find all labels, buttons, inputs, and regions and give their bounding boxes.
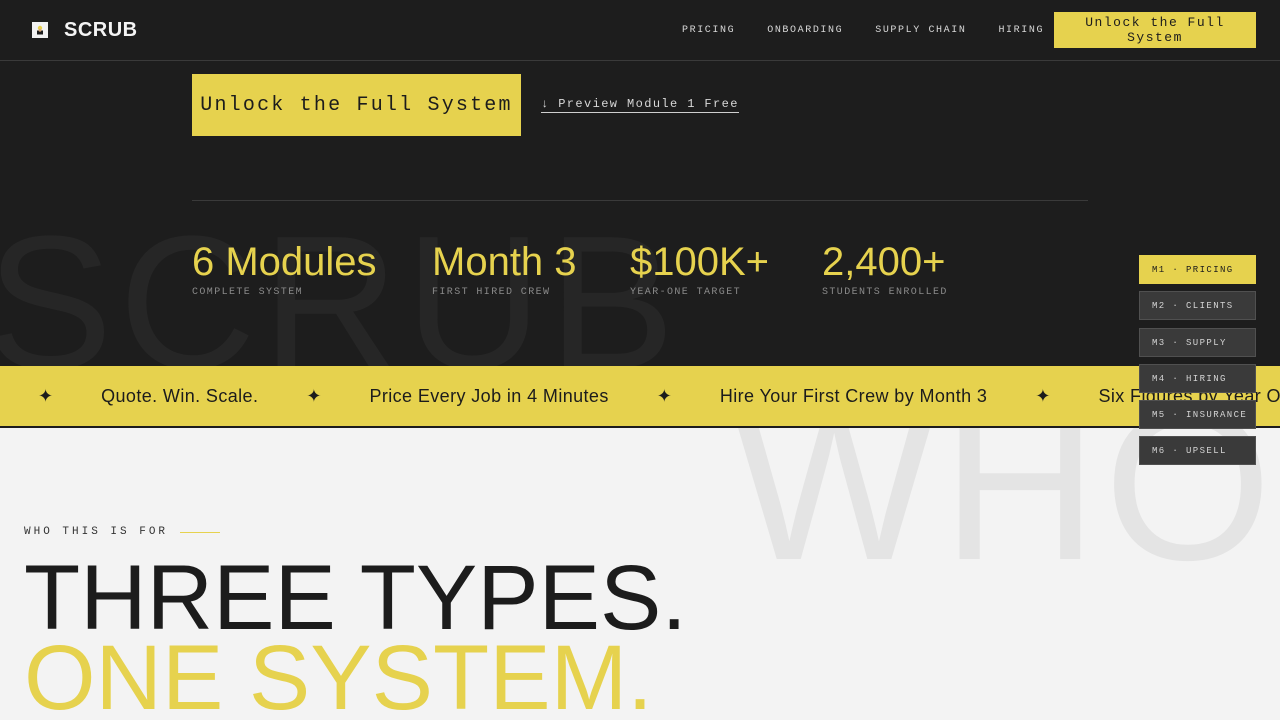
marquee-phrase: Price Every Job in 4 Minutes: [369, 385, 609, 406]
stat-value: Month 3: [432, 240, 577, 284]
module-tab-upsell[interactable]: M6 · UPSELL: [1139, 436, 1256, 465]
audience-heading-line2: ONE SYSTEM.: [24, 627, 653, 720]
stat-value: 6 Modules: [192, 240, 377, 284]
hero-unlock-button[interactable]: Unlock the Full System: [192, 74, 521, 136]
star-icon: ✦: [656, 385, 672, 406]
stat-label: FIRST HIRED CREW: [432, 287, 551, 298]
preview-module-link[interactable]: ↓ Preview Module 1 Free: [541, 97, 739, 113]
star-icon: ✦: [1035, 385, 1051, 406]
stat-label: YEAR-ONE TARGET: [630, 287, 742, 298]
hero-divider: [192, 200, 1088, 201]
stat-value: $100K+: [630, 240, 770, 284]
nav-link-onboarding[interactable]: ONBOARDING: [767, 25, 843, 36]
stat-value: 2,400+: [822, 240, 946, 284]
stat-students: 2,400+ STUDENTS ENROLLED: [822, 240, 948, 298]
brand-name[interactable]: SCRUB: [64, 19, 138, 42]
module-tab-supply[interactable]: M3 · SUPPLY: [1139, 328, 1256, 357]
hero-section: SCRUB SCRUB PRICING ONBOARDING SUPPLY CH…: [0, 0, 1280, 366]
eyebrow-rule: [180, 531, 221, 533]
audience-eyebrow: WHO THIS IS FOR: [24, 526, 221, 538]
nav-link-supply-chain[interactable]: SUPPLY CHAIN: [875, 25, 966, 36]
nav-link-hiring[interactable]: HIRING: [998, 25, 1044, 36]
audience-section: WHO WHO THIS IS FOR THREE TYPES. ONE SYS…: [0, 428, 1280, 720]
eyebrow-text: WHO THIS IS FOR: [24, 526, 169, 538]
stat-label: COMPLETE SYSTEM: [192, 287, 304, 298]
chef-icon[interactable]: [32, 22, 48, 38]
marquee-phrase: Hire Your First Crew by Month 3: [719, 385, 988, 406]
stat-first-crew: Month 3 FIRST HIRED CREW: [432, 240, 577, 298]
stat-modules: 6 Modules COMPLETE SYSTEM: [192, 240, 377, 298]
marquee-banner: ✦ Quote. Win. Scale. ✦ Price Every Job i…: [0, 366, 1280, 428]
marquee-phrase: Quote. Win. Scale.: [101, 385, 259, 406]
star-icon: ✦: [38, 385, 54, 406]
module-tab-clients[interactable]: M2 · CLIENTS: [1139, 291, 1256, 320]
marquee-track: ✦ Quote. Win. Scale. ✦ Price Every Job i…: [38, 366, 1280, 426]
star-icon: ✦: [306, 385, 322, 406]
nav-links: PRICING ONBOARDING SUPPLY CHAIN HIRING: [682, 25, 1044, 36]
module-tab-insurance[interactable]: M5 · INSURANCE: [1139, 400, 1256, 429]
module-tab-pricing[interactable]: M1 · PRICING: [1139, 255, 1256, 284]
top-nav: SCRUB PRICING ONBOARDING SUPPLY CHAIN HI…: [0, 0, 1280, 61]
nav-unlock-button[interactable]: Unlock the Full System: [1054, 12, 1256, 48]
stat-year-one-target: $100K+ YEAR-ONE TARGET: [630, 240, 769, 298]
stat-label: STUDENTS ENROLLED: [822, 287, 948, 298]
nav-link-pricing[interactable]: PRICING: [682, 25, 735, 36]
module-tab-hiring[interactable]: M4 · HIRING: [1139, 364, 1256, 393]
